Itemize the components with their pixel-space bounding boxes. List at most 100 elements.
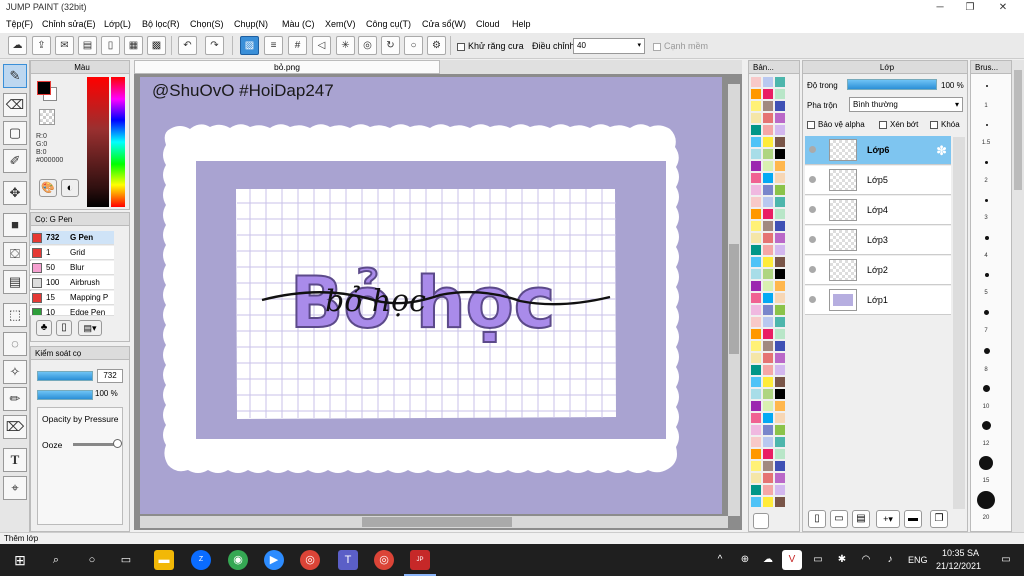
vertical-scrollbar[interactable] [728, 84, 740, 516]
pen-tool-icon[interactable]: ✎ [3, 64, 27, 88]
document-icon[interactable]: ▦ [124, 36, 143, 55]
palette-swatch[interactable] [775, 497, 785, 507]
tray-app-icon[interactable]: ⊕ [735, 550, 755, 570]
palette-swatch[interactable] [763, 449, 773, 459]
palette-swatch[interactable] [775, 221, 785, 231]
visibility-icon[interactable] [809, 296, 816, 303]
palette-swatch[interactable] [775, 473, 785, 483]
palette-swatch[interactable] [763, 437, 773, 447]
palette-swatch[interactable] [751, 125, 761, 135]
palette-swatch[interactable] [763, 245, 773, 255]
teams-icon[interactable]: T [338, 550, 358, 570]
message-icon[interactable]: ▤ [78, 36, 97, 55]
brush-size-scrollbar[interactable] [1012, 60, 1024, 532]
marquee-tool-icon[interactable]: ⬚ [3, 303, 27, 327]
rect-select-tool-icon[interactable]: ▢ [3, 121, 27, 145]
palette-swatch[interactable] [751, 161, 761, 171]
lock-checkbox[interactable]: Khóa [930, 120, 960, 129]
layer-row[interactable]: Lớp6 ✽ [805, 136, 951, 165]
network-icon[interactable]: ▭ [808, 550, 828, 570]
brush-item[interactable]: 100 Airbrush [30, 276, 114, 290]
brush-item[interactable]: 50 Blur [30, 261, 114, 275]
palette-swatch[interactable] [775, 137, 785, 147]
share-icon[interactable]: ⇪ [32, 36, 51, 55]
menu-filter[interactable]: Bộ lọc(R) [142, 19, 180, 29]
folder-icon[interactable]: ▬ [904, 510, 922, 528]
brush-dot[interactable] [985, 236, 989, 240]
new-layer-icon[interactable]: ▯ [808, 510, 826, 528]
visibility-icon[interactable] [809, 146, 816, 153]
hue-slider[interactable] [111, 77, 125, 207]
page-icon[interactable]: ▯ [101, 36, 120, 55]
palette-swatch[interactable] [763, 281, 773, 291]
undo-icon[interactable]: ↶ [178, 36, 197, 55]
menu-capture[interactable]: Chụp(N) [234, 19, 268, 29]
brush-dot[interactable] [986, 124, 988, 126]
palette-swatch[interactable] [763, 101, 773, 111]
palette-swatch[interactable] [763, 341, 773, 351]
palette-swatch[interactable] [775, 149, 785, 159]
adjust-field[interactable]: 40 ▾ [573, 38, 645, 54]
new-brush-icon[interactable]: ▯ [56, 320, 72, 336]
brush-dot[interactable] [983, 385, 990, 392]
visibility-icon[interactable] [809, 176, 816, 183]
palette-swatch[interactable] [763, 89, 773, 99]
palette-swatch[interactable] [751, 353, 761, 363]
brush-dot[interactable] [985, 199, 988, 202]
palette-swatch[interactable] [763, 353, 773, 363]
new-palette-icon[interactable] [753, 513, 769, 529]
palette-swatch[interactable] [775, 329, 785, 339]
add-brush-icon[interactable]: ♣ [36, 320, 52, 336]
hatch-pattern-icon[interactable]: ▨ [240, 36, 259, 55]
palette-swatch[interactable] [775, 485, 785, 495]
size-slider[interactable] [37, 371, 93, 381]
palette-swatch[interactable] [751, 377, 761, 387]
layer-opacity-slider[interactable] [847, 79, 937, 90]
select-pen-tool-icon[interactable]: ✏ [3, 387, 27, 411]
soft-edge-checkbox[interactable]: Cạnh mềm [653, 41, 708, 51]
palette-swatch[interactable] [751, 293, 761, 303]
palette-swatch[interactable] [763, 317, 773, 327]
concentric-icon[interactable]: ◎ [358, 36, 377, 55]
palette-swatch[interactable] [763, 209, 773, 219]
brush-dot[interactable] [985, 273, 989, 277]
palette-swatch[interactable] [751, 101, 761, 111]
palette-swatch[interactable] [751, 113, 761, 123]
menu-edit[interactable]: Chỉnh sửa(E) [42, 19, 96, 29]
canvas-tab[interactable]: bỏ.png [134, 60, 440, 74]
bluetooth-icon[interactable]: ✱ [832, 550, 852, 570]
color-history-icon[interactable]: ◐ [61, 179, 79, 197]
palette-swatch[interactable] [763, 77, 773, 87]
palette-swatch[interactable] [775, 245, 785, 255]
palette-swatch[interactable] [775, 305, 785, 315]
palette-swatch[interactable] [751, 197, 761, 207]
lasso-tool-icon[interactable]: ◌ [3, 332, 27, 356]
magic-wand-tool-icon[interactable]: ✧ [3, 360, 27, 384]
palette-swatch[interactable] [763, 233, 773, 243]
palette-swatch[interactable] [751, 413, 761, 423]
palette-swatch[interactable] [751, 473, 761, 483]
protect-alpha-checkbox[interactable]: Bảo vệ alpha [807, 120, 865, 129]
palette-swatch[interactable] [775, 317, 785, 327]
add-layer-menu-icon[interactable]: +▾ [876, 510, 900, 528]
palette-swatch[interactable] [775, 377, 785, 387]
file-explorer-icon[interactable]: ▬ [154, 550, 174, 570]
layer-row[interactable]: Lớp5 [805, 166, 951, 195]
select-eraser-tool-icon[interactable]: ⌦ [3, 415, 27, 439]
move-tool-icon[interactable]: ✥ [3, 181, 27, 205]
palette-swatch[interactable] [763, 401, 773, 411]
brush-dot[interactable] [985, 161, 988, 164]
wifi-icon[interactable]: ◠ [856, 550, 876, 570]
palette-swatch[interactable] [751, 317, 761, 327]
palette-swatch[interactable] [763, 461, 773, 471]
radial-lines-icon[interactable]: ✳ [336, 36, 355, 55]
chrome-icon[interactable]: ◎ [300, 550, 320, 570]
palette-swatch[interactable] [775, 389, 785, 399]
palette-swatch[interactable] [775, 233, 785, 243]
palette-swatch[interactable] [763, 125, 773, 135]
brush-menu-icon[interactable]: ▤▾ [78, 320, 102, 336]
redo-icon[interactable]: ↷ [205, 36, 224, 55]
layer-row[interactable]: Lớp1 [805, 286, 951, 315]
brush-dot[interactable] [984, 310, 989, 315]
fill-rect-tool-icon[interactable]: ■ [3, 213, 27, 237]
